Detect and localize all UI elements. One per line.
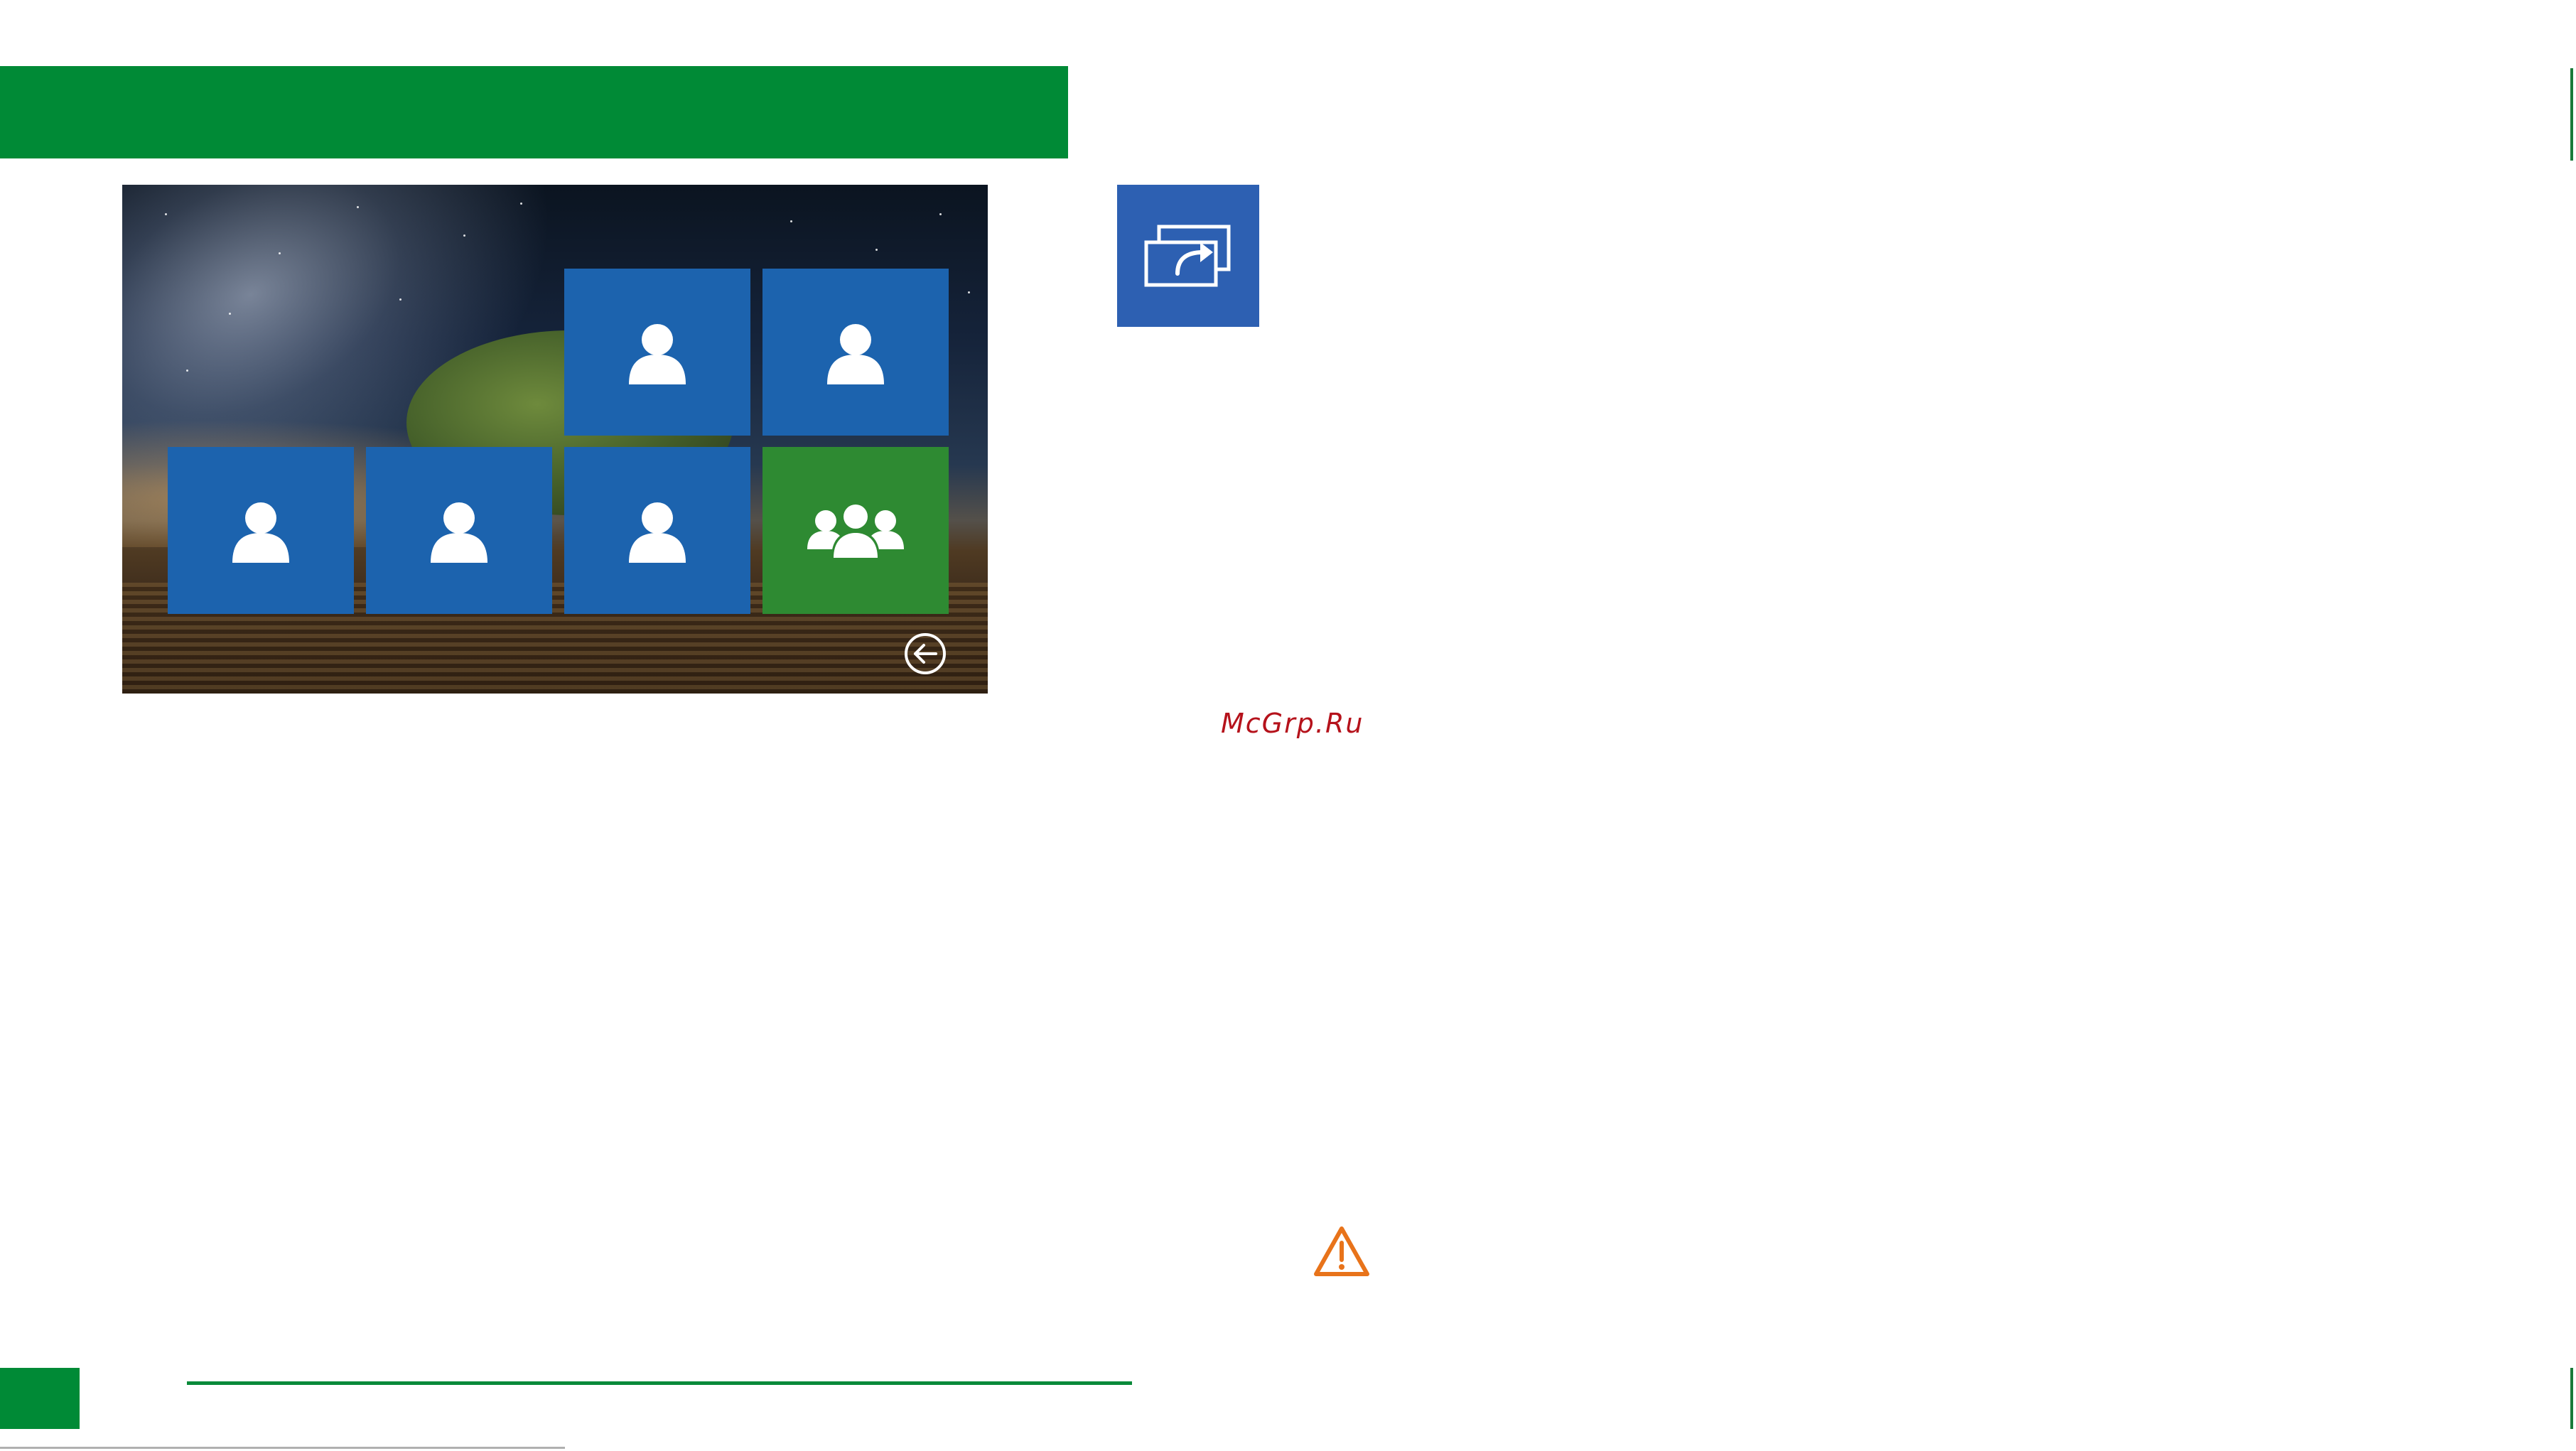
contact-tile[interactable] [564,269,750,436]
watermark-text: McGrp.Ru [1221,708,1364,739]
device-screen-illustration [122,185,988,694]
group-tile[interactable] [762,447,949,614]
page-edge-marker-bottom [2570,1368,2573,1429]
contact-tile[interactable] [564,447,750,614]
call-forward-icon [1144,225,1231,287]
contact-tile[interactable] [762,269,949,436]
call-forward-tile [1117,185,1259,327]
page-number-tab [0,1368,80,1429]
footer-rule [187,1381,1132,1385]
user-icon [232,502,289,563]
page-edge-marker-top [2570,68,2573,161]
group-icon [807,502,904,558]
back-arrow-icon[interactable] [904,632,947,675]
bottom-hairline [0,1447,565,1449]
user-icon [629,502,686,563]
warning-icon [1314,1226,1369,1276]
user-icon [431,502,487,563]
section-header-bar [0,66,1068,158]
contact-tile[interactable] [366,447,552,614]
contact-tile[interactable] [168,447,354,614]
user-icon [827,323,884,384]
user-icon [629,323,686,384]
